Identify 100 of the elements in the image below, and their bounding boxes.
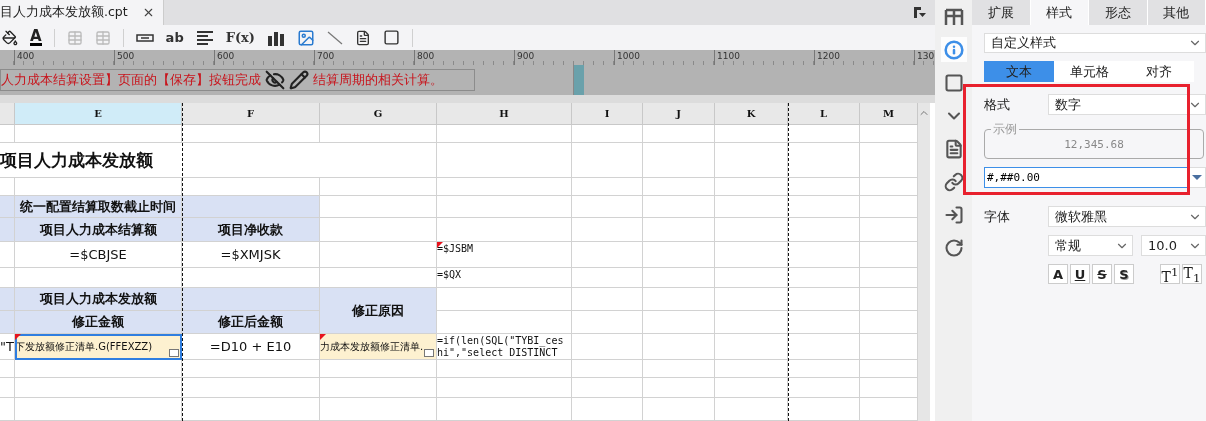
table-cell bbox=[860, 311, 918, 334]
table-cell bbox=[643, 360, 715, 378]
format-select[interactable]: 数字 bbox=[1048, 94, 1206, 115]
diagonal-line-icon[interactable] bbox=[327, 30, 343, 45]
table-cell bbox=[0, 242, 15, 268]
font-style-button[interactable]: A bbox=[1048, 264, 1068, 284]
table-cell bbox=[572, 334, 643, 360]
table-cell: =if(len(SQL("TYBI_ces hi","select DISTINCT bbox=[437, 334, 572, 360]
table-cell bbox=[572, 218, 643, 242]
table-cell bbox=[788, 360, 860, 378]
notice-text: 结算周期的相关计算。 bbox=[313, 71, 443, 89]
table-cell bbox=[788, 143, 860, 178]
panel-tab[interactable]: 其他 bbox=[1147, 0, 1206, 25]
column-header[interactable]: E bbox=[15, 103, 182, 125]
column-header[interactable]: K bbox=[715, 103, 788, 125]
table-cell bbox=[572, 360, 643, 378]
column-header[interactable]: H bbox=[437, 103, 572, 125]
table-cell bbox=[0, 398, 15, 421]
font-style-select[interactable]: 常规 bbox=[1048, 235, 1133, 256]
table-cell bbox=[643, 311, 715, 334]
column-header[interactable]: F bbox=[182, 103, 320, 125]
table-cell bbox=[572, 398, 643, 421]
header-cell: 修正金额 bbox=[15, 311, 182, 334]
table-cell bbox=[643, 143, 715, 178]
table-cell bbox=[572, 311, 643, 334]
table-cell bbox=[860, 378, 918, 398]
table-cell: =$XMJSK bbox=[182, 242, 320, 268]
table-cell bbox=[860, 125, 918, 143]
sub-tab[interactable]: 单元格 bbox=[1054, 61, 1124, 82]
example-legend: 示例 bbox=[991, 121, 1019, 138]
table-cell: =$QX bbox=[437, 268, 572, 288]
table-cell bbox=[788, 178, 860, 196]
header-cell: 修正原因 bbox=[320, 288, 437, 334]
font-style-button[interactable]: S bbox=[1092, 264, 1112, 284]
text-widget-button[interactable]: ab bbox=[165, 30, 184, 45]
table-cell bbox=[860, 218, 918, 242]
header-cell bbox=[0, 196, 15, 218]
table-cell: =$JSBM bbox=[437, 242, 572, 268]
column-header[interactable]: G bbox=[320, 103, 437, 125]
table-cell bbox=[860, 178, 918, 196]
header-cell: 统一配置结算取数截止时间 bbox=[15, 196, 182, 218]
font-style-button[interactable]: U bbox=[1070, 264, 1090, 284]
font-select[interactable]: 微软雅黑 bbox=[1048, 206, 1206, 227]
header-cell: 项目人力成本发放额 bbox=[15, 288, 182, 311]
notice-text: 人力成本结算设置】页面的【保存】按钮完成 bbox=[1, 71, 261, 89]
text-field-icon[interactable] bbox=[135, 33, 154, 42]
table-cell bbox=[572, 378, 643, 398]
table-cell bbox=[572, 196, 643, 218]
font-label: 字体 bbox=[984, 207, 1011, 226]
table-cell bbox=[788, 311, 860, 334]
column-header[interactable]: L bbox=[788, 103, 860, 125]
column-header[interactable]: M bbox=[860, 103, 918, 125]
table-cell: 下发放额修正清单.G(FFEXZZ) bbox=[15, 334, 182, 360]
table-cell bbox=[0, 268, 15, 288]
sheet-title: 项目人力成本发放额 bbox=[0, 143, 437, 178]
font-size-select[interactable]: 10.0 bbox=[1141, 235, 1206, 256]
header-cell bbox=[0, 311, 15, 334]
font-style-button[interactable]: T$^{1}$ bbox=[1160, 264, 1180, 284]
expand-icon[interactable] bbox=[424, 349, 434, 357]
image-icon[interactable] bbox=[297, 28, 315, 47]
table-cell bbox=[860, 268, 918, 288]
column-header[interactable]: I bbox=[572, 103, 643, 125]
panel-tab[interactable]: 形态 bbox=[1089, 0, 1148, 25]
file-tab[interactable]: 目人力成本发放额.cpt bbox=[0, 0, 164, 25]
table-cell bbox=[0, 125, 15, 143]
pencil-icon[interactable] bbox=[289, 70, 309, 90]
style-preset-select[interactable]: 自定义样式 bbox=[984, 33, 1206, 53]
panel-tab[interactable]: 扩展 bbox=[972, 0, 1031, 25]
table-cell bbox=[643, 125, 715, 143]
table-cell bbox=[788, 242, 860, 268]
formula-button[interactable]: F(x) bbox=[225, 30, 255, 45]
border-icon[interactable] bbox=[383, 29, 400, 46]
table-cell: =D10 + E10 bbox=[182, 334, 320, 360]
font-style-button[interactable]: T$_{1}$ bbox=[1182, 264, 1202, 284]
sub-tab[interactable]: 文本 bbox=[984, 61, 1054, 82]
menu-dropdown-icon[interactable] bbox=[913, 5, 927, 20]
pattern-input[interactable]: #,##0.00 bbox=[984, 167, 1188, 188]
table-cell bbox=[572, 242, 643, 268]
font-color-button[interactable]: A bbox=[30, 29, 42, 46]
table-cell bbox=[788, 378, 860, 398]
sub-tab[interactable]: 对齐 bbox=[1124, 61, 1194, 82]
info-grid-icon[interactable] bbox=[940, 37, 967, 62]
column-header[interactable]: J bbox=[643, 103, 715, 125]
document-icon[interactable] bbox=[355, 29, 371, 46]
font-style-button[interactable]: S bbox=[1114, 264, 1134, 284]
table-cell bbox=[572, 125, 643, 143]
align-left-icon[interactable] bbox=[195, 29, 214, 46]
table-cell bbox=[860, 360, 918, 378]
table-cell bbox=[0, 378, 15, 398]
table-cell bbox=[572, 268, 643, 288]
table-cell bbox=[788, 268, 860, 288]
table-cell bbox=[788, 398, 860, 421]
table-cell bbox=[860, 242, 918, 268]
table-cell bbox=[572, 288, 643, 311]
table-cell bbox=[860, 398, 918, 421]
paint-bucket-icon[interactable] bbox=[2, 29, 18, 46]
bar-chart-icon[interactable] bbox=[267, 29, 285, 46]
eye-slash-icon[interactable] bbox=[265, 70, 285, 90]
expand-icon[interactable] bbox=[169, 349, 179, 357]
table-cell bbox=[643, 378, 715, 398]
